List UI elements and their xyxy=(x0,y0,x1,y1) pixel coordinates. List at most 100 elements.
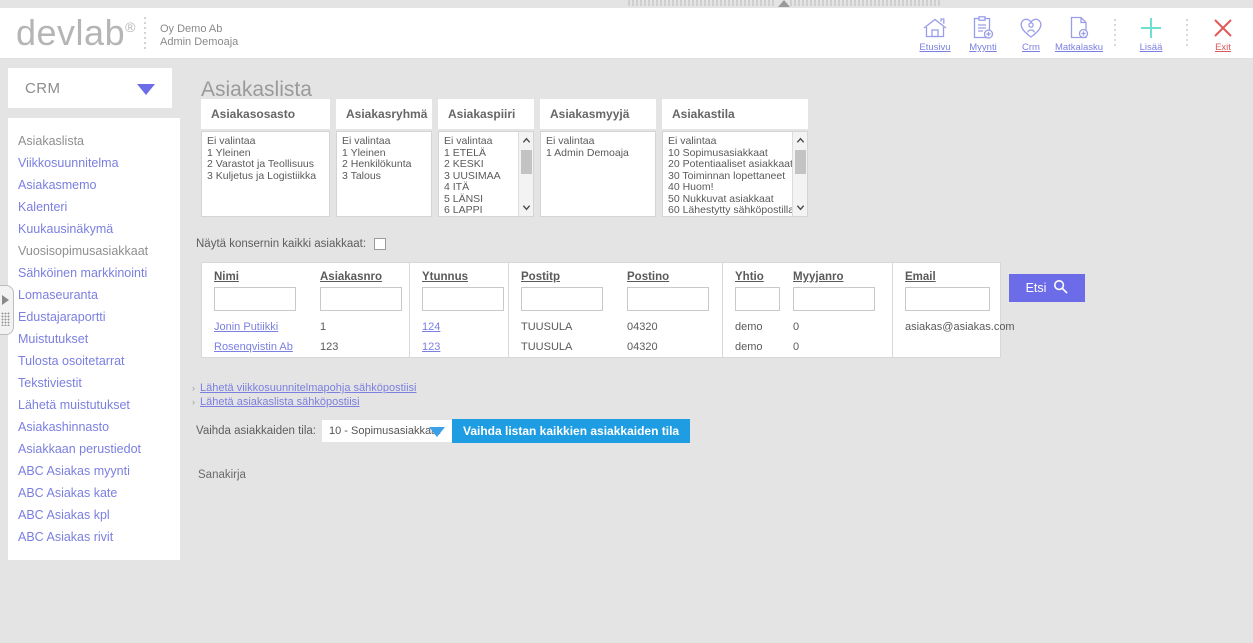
scroll-down-icon[interactable] xyxy=(796,203,805,212)
sidebar-item-asiakashinnasto[interactable]: Asiakashinnasto xyxy=(8,416,180,438)
app-logo: devlab® xyxy=(16,12,136,54)
scroll-up-icon[interactable] xyxy=(522,136,531,145)
column-header-nimi[interactable]: Nimi xyxy=(214,263,296,283)
table-cell-link[interactable]: 124 xyxy=(422,321,440,333)
listbox-scrollbar[interactable] xyxy=(792,132,807,216)
sidebar-item-kuukausin-kym[interactable]: Kuukausinäkymä xyxy=(8,218,180,240)
sidebar-item-asiakasmemo[interactable]: Asiakasmemo xyxy=(8,174,180,196)
sidebar-item-abc-asiakas-kpl[interactable]: ABC Asiakas kpl xyxy=(8,504,180,526)
listbox-scrollbar[interactable] xyxy=(518,132,533,216)
filter-input-asiakasnro[interactable] xyxy=(320,287,402,311)
concern-checkbox[interactable] xyxy=(374,238,387,250)
sidebar-item-kalenteri[interactable]: Kalenteri xyxy=(8,196,180,218)
sidebar-item-asiakkaan-perustiedot[interactable]: Asiakkaan perustiedot xyxy=(8,438,180,460)
table-column-group: Ytunnus 124 123 xyxy=(410,263,509,357)
filter-option[interactable]: Ei valintaa xyxy=(207,135,329,148)
filter-input-postino[interactable] xyxy=(627,287,709,311)
table-cell-link[interactable]: 123 xyxy=(422,341,440,353)
filter-option[interactable]: Ei valintaa xyxy=(546,135,655,148)
nav-item-lisaa[interactable]: Lisää xyxy=(1127,8,1175,59)
sidebar-item-muistutukset[interactable]: Muistutukset xyxy=(8,328,180,350)
nav-label-myynti: Myynti xyxy=(969,42,997,53)
filter-option[interactable]: Ei valintaa xyxy=(668,135,807,148)
table-cell-yhtio: demo xyxy=(735,341,763,353)
nav-label-crm: Crm xyxy=(1022,42,1040,53)
table-cell-link[interactable]: Rosenqvistin Ab xyxy=(214,341,293,353)
filter-title: Asiakaspiiri xyxy=(438,99,534,129)
sidebar-item-s-hk-inen-markkinointi[interactable]: Sähköinen markkinointi xyxy=(8,262,180,284)
filter-listbox[interactable]: Ei valintaa 1 Admin Demoaja xyxy=(540,131,656,217)
table-cell-nimi: Jonin Putiikki xyxy=(214,317,296,337)
filter-option[interactable]: 2 Henkilökunta xyxy=(342,158,431,171)
sidebar-item-tulosta-osoitetarrat[interactable]: Tulosta osoitetarrat xyxy=(8,350,180,372)
table-cell-postitp: TUUSULA xyxy=(521,341,573,353)
sidebar-item-lomaseuranta[interactable]: Lomaseuranta xyxy=(8,284,180,306)
concern-checkbox-row: Näytä konsernin kaikki asiakkaat: xyxy=(196,238,387,250)
column-header-postitp[interactable]: Postitp xyxy=(521,263,603,283)
sidebar-item-vuosisopimusasiakkaat[interactable]: Vuosisopimusasiakkaat xyxy=(8,240,180,262)
filter-listbox[interactable]: Ei valintaa 10 Sopimusasiakkaat 20 Potenti… xyxy=(662,131,808,217)
table-cell-myyjanro: 0 xyxy=(793,341,800,353)
status-select[interactable]: 10 - Sopimusasiakkaat xyxy=(321,420,452,442)
filter-title: Asiakastila xyxy=(662,99,808,129)
scroll-down-icon[interactable] xyxy=(522,203,531,212)
search-button[interactable]: Etsi xyxy=(1009,274,1085,302)
filter-input-yhtio[interactable] xyxy=(735,287,780,311)
filter-option[interactable]: 20 Potentiaaliset asiakkaat xyxy=(668,158,807,171)
logo-registered-mark: ® xyxy=(125,19,136,35)
filter-option[interactable]: 60 Lähestytty sähköpostilla xyxy=(668,204,807,216)
table-cell-link[interactable]: Jonin Putiikki xyxy=(214,321,278,333)
nav-item-etusivu[interactable]: Etusivu xyxy=(911,8,959,59)
column-header-yhtio[interactable]: Yhtio xyxy=(735,263,780,283)
filter-option[interactable]: 3 Talous xyxy=(342,170,431,183)
nav-item-crm[interactable]: Crm xyxy=(1007,8,1055,59)
sidebar-item-viikkosuunnitelma[interactable]: Viikkosuunnitelma xyxy=(8,152,180,174)
filter-input-email[interactable] xyxy=(905,287,990,311)
table-cell-myyjanro: 0 xyxy=(793,321,800,333)
table-column-asiakasnro: Asiakasnro 1 123 xyxy=(320,263,402,357)
module-selector[interactable]: CRM xyxy=(8,68,172,108)
filter-input-nimi[interactable] xyxy=(214,287,296,311)
filter-input-ytunnus[interactable] xyxy=(422,287,504,311)
filter-title: Asiakasosasto xyxy=(201,99,330,129)
scroll-up-icon[interactable] xyxy=(796,136,805,145)
email-link[interactable]: Lähetä asiakaslista sähköpostiisi xyxy=(200,395,360,409)
column-header-postino[interactable]: Postino xyxy=(627,263,709,283)
sidebar-item-abc-asiakas-kate[interactable]: ABC Asiakas kate xyxy=(8,482,180,504)
filter-option[interactable]: 3 Kuljetus ja Logistiikka xyxy=(207,170,329,183)
filter-listbox[interactable]: Ei valintaa 1 Yleinen 2 Henkilökunta 3 Talo… xyxy=(336,131,432,217)
filter-option[interactable]: 1 Admin Demoaja xyxy=(546,147,655,160)
column-header-asiakasnro[interactable]: Asiakasnro xyxy=(320,263,402,283)
sidebar-item-asiakaslista[interactable]: Asiakaslista xyxy=(8,130,180,152)
scrollbar-thumb[interactable] xyxy=(521,150,532,174)
close-x-icon xyxy=(1211,14,1235,41)
column-header-myyjanro[interactable]: Myyjanro xyxy=(793,263,875,283)
filter-listbox[interactable]: Ei valintaa 1 ETELÄ 2 KESKI 3 UUSIMAA 4 ITÄ 5… xyxy=(438,131,534,217)
sidebar-item-abc-asiakas-myynti[interactable]: ABC Asiakas myynti xyxy=(8,460,180,482)
table-column-group: Email asiakas@asiakas.com xyxy=(893,263,1015,357)
filter-option[interactable]: 2 Varastot ja Teollisuus xyxy=(207,158,329,171)
top-strip-dashes-left xyxy=(628,0,776,6)
filter-option[interactable]: 40 Huom! xyxy=(668,181,807,194)
filter-option[interactable]: Ei valintaa xyxy=(342,135,431,148)
nav-item-myynti[interactable]: Myynti xyxy=(959,8,1007,59)
filter-listbox[interactable]: Ei valintaa 1 Yleinen 2 Varastot ja Teolli… xyxy=(201,131,330,217)
column-header-email[interactable]: Email xyxy=(905,263,1015,283)
sidebar-item-abc-asiakas-rivit[interactable]: ABC Asiakas rivit xyxy=(8,526,180,548)
sidebar-collapse-handle[interactable] xyxy=(0,285,14,335)
scrollbar-thumb[interactable] xyxy=(795,150,806,174)
sidebar-item-edustajaraportti[interactable]: Edustajaraportti xyxy=(8,306,180,328)
email-link[interactable]: Lähetä viikkosuunnitelmapohja sähköposti… xyxy=(200,381,416,395)
sidebar-item-tekstiviestit[interactable]: Tekstiviestit xyxy=(8,372,180,394)
table-column-myyjanro: Myyjanro 0 0 xyxy=(793,263,875,357)
column-header-ytunnus[interactable]: Ytunnus xyxy=(422,263,504,283)
filter-input-postitp[interactable] xyxy=(521,287,603,311)
top-collapse-handle-icon[interactable] xyxy=(778,0,790,7)
table-column-nimi: Nimi Jonin Putiikki Rosenqvistin Ab xyxy=(214,263,296,357)
nav-item-matkalasku[interactable]: Matkalasku xyxy=(1055,8,1103,59)
org-user: Admin Demoaja xyxy=(160,36,239,48)
sidebar-item-l-het-muistutukset[interactable]: Lähetä muistutukset xyxy=(8,394,180,416)
nav-item-exit[interactable]: Exit xyxy=(1199,8,1247,59)
filter-input-myyjanro[interactable] xyxy=(793,287,875,311)
change-all-status-button[interactable]: Vaihda listan kaikkien asiakkaiden tila xyxy=(451,419,691,443)
